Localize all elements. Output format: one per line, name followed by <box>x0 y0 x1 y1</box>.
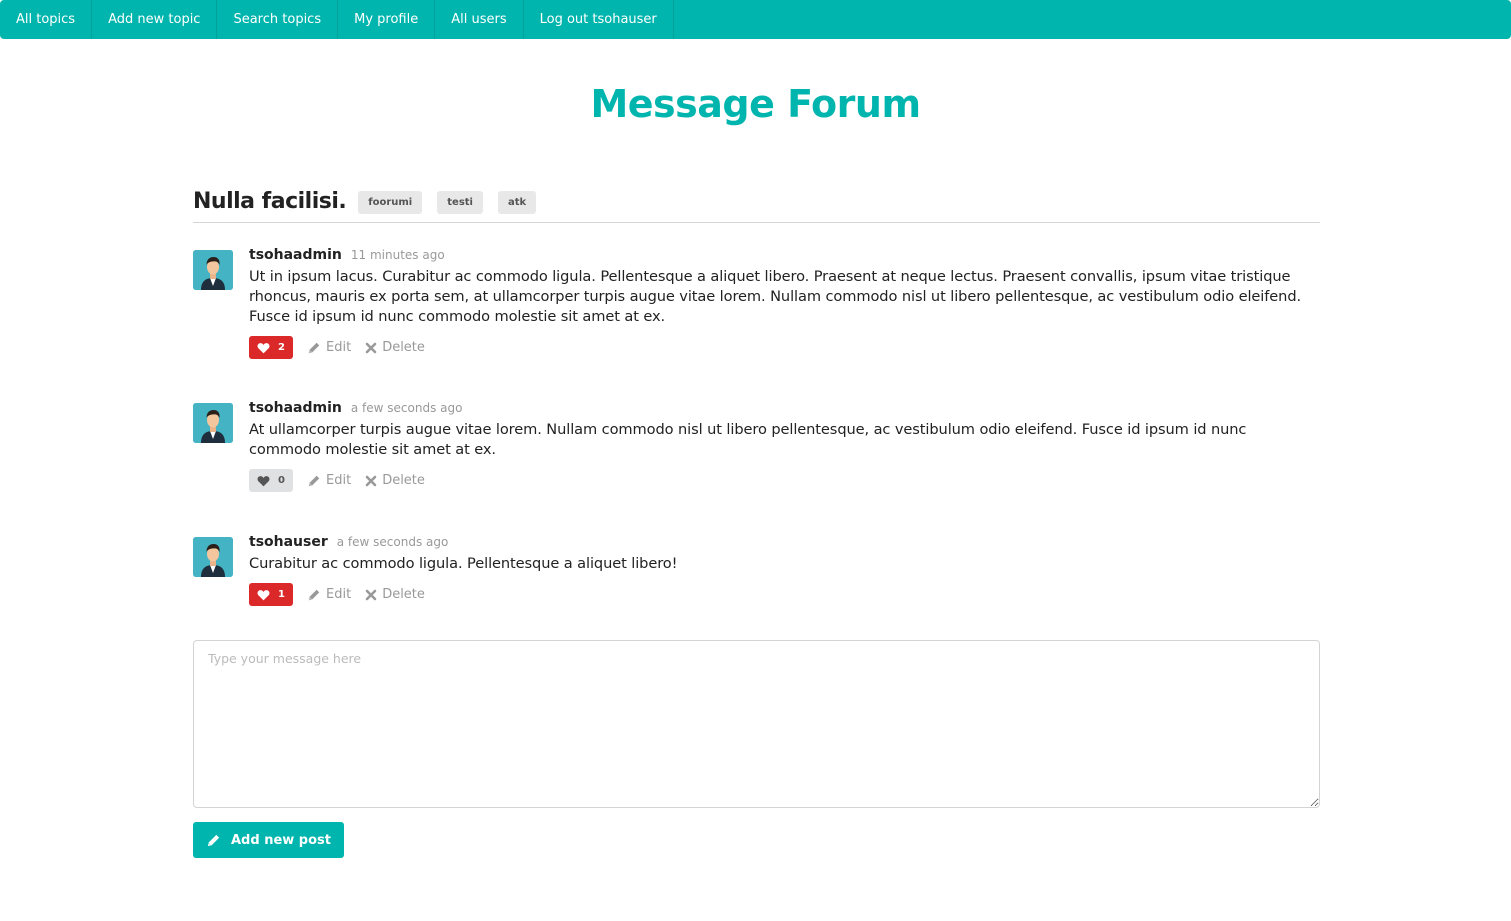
topic-tag[interactable]: atk <box>497 191 537 214</box>
heart-icon <box>257 589 270 600</box>
message-input[interactable] <box>193 640 1320 808</box>
edit-button[interactable]: Edit <box>307 340 351 355</box>
delete-label: Delete <box>382 587 425 602</box>
delete-button[interactable]: Delete <box>365 587 425 602</box>
post-actions: 1 Edit Delete <box>249 583 1320 606</box>
post-text: At ullamcorper turpis augue vitae lorem.… <box>249 421 1247 458</box>
post-body: tsohaadmin 11 minutes ago Ut in ipsum lac… <box>249 244 1320 359</box>
topic-title: Nulla facilisi. <box>193 189 347 214</box>
like-button[interactable]: 0 <box>249 469 293 492</box>
delete-button[interactable]: Delete <box>365 340 425 355</box>
post-author[interactable]: tsohaadmin <box>249 247 342 263</box>
post-text: Ut in ipsum lacus. Curabitur ac commodo … <box>249 268 1302 325</box>
close-icon <box>365 475 377 486</box>
heart-icon <box>257 342 270 353</box>
like-button[interactable]: 1 <box>249 583 293 606</box>
like-count: 2 <box>278 342 285 353</box>
pencil-icon <box>308 475 320 486</box>
pencil-icon <box>308 342 320 353</box>
nav-my-profile[interactable]: My profile <box>338 0 436 39</box>
edit-label: Edit <box>326 587 352 602</box>
post-actions: 0 Edit Delete <box>249 469 1320 492</box>
user-avatar <box>193 537 233 577</box>
post-author[interactable]: tsohauser <box>249 534 328 550</box>
nav-all-topics[interactable]: All topics <box>0 0 93 39</box>
post-timestamp: a few seconds ago <box>350 401 463 415</box>
edit-label: Edit <box>326 473 352 488</box>
edit-button[interactable]: Edit <box>307 587 351 602</box>
topic-tag[interactable]: testi <box>437 191 483 214</box>
pencil-icon <box>207 834 220 846</box>
close-icon <box>365 342 377 353</box>
post-author[interactable]: tsohaadmin <box>249 400 342 416</box>
delete-label: Delete <box>382 473 425 488</box>
delete-button[interactable]: Delete <box>365 473 425 488</box>
post-timestamp: a few seconds ago <box>336 535 449 549</box>
post-actions: 2 Edit Delete <box>249 336 1320 359</box>
user-avatar <box>193 403 233 443</box>
topic-header: Nulla facilisi. foorumi testi atk <box>193 186 1320 223</box>
close-icon <box>365 589 377 600</box>
nav-all-users[interactable]: All users <box>435 0 524 39</box>
topic-tag[interactable]: foorumi <box>358 191 423 214</box>
like-count: 1 <box>278 589 285 600</box>
nav-search-topics[interactable]: Search topics <box>217 0 339 39</box>
site-title: Message Forum <box>590 82 921 126</box>
post-meta: tsohaadmin a few seconds ago <box>249 397 1320 417</box>
like-button[interactable]: 2 <box>249 336 293 359</box>
nav-log-out[interactable]: Log out tsohauser <box>524 0 674 39</box>
post-text: Curabitur ac commodo ligula. Pellentesqu… <box>249 555 678 572</box>
post-timestamp: 11 minutes ago <box>350 248 445 262</box>
delete-label: Delete <box>382 340 425 355</box>
edit-label: Edit <box>326 340 352 355</box>
add-new-post-label: Add new post <box>231 832 331 848</box>
post-meta: tsohaadmin 11 minutes ago <box>249 244 1320 264</box>
post-meta: tsohauser a few seconds ago <box>249 531 1320 551</box>
edit-button[interactable]: Edit <box>307 473 351 488</box>
user-avatar <box>193 250 233 290</box>
top-nav: All topics Add new topic Search topics M… <box>0 0 1511 39</box>
post-body: tsohaadmin a few seconds ago At ullamcorp… <box>249 397 1320 492</box>
like-count: 0 <box>278 475 285 486</box>
post-body: tsohauser a few seconds ago Curabitur ac … <box>249 531 1320 606</box>
heart-icon <box>257 475 270 486</box>
nav-add-new-topic[interactable]: Add new topic <box>92 0 218 39</box>
pencil-icon <box>308 589 320 600</box>
add-new-post-button[interactable]: Add new post <box>193 822 344 858</box>
